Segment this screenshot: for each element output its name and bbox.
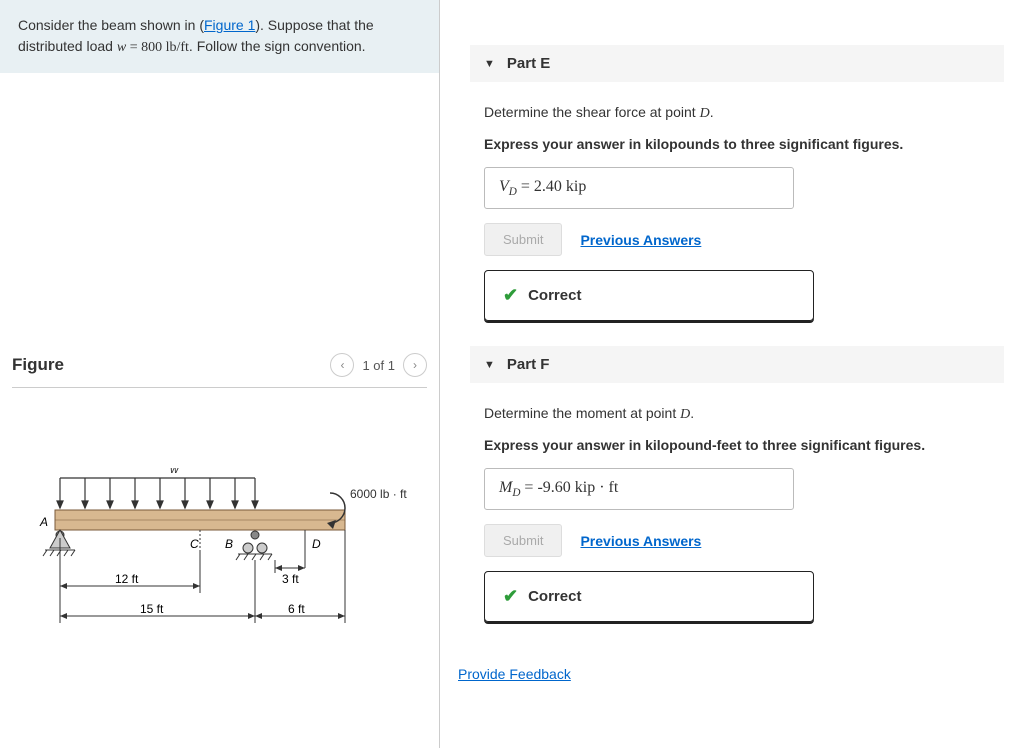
dim-6ft: 6 ft [288,602,305,616]
caret-down-icon: ▼ [484,359,495,371]
check-icon: ✔ [503,586,518,607]
part-e-answer: VD = 2.40 kip [484,167,794,209]
answer-eq: = [517,178,534,195]
answer-variable: M [499,479,512,496]
answer-variable: V [499,178,509,195]
answer-value: -9.60 [537,479,570,496]
caret-down-icon: ▼ [484,58,495,70]
point-c: C [190,537,199,551]
part-f-prompt: Determine the moment at point D. [484,403,990,425]
answer-eq: = [520,479,537,496]
answer-value: 2.40 [534,178,562,195]
part-f-title: Part F [507,356,550,373]
figure-prev-button[interactable]: ‹ [330,353,354,377]
part-f-submit-button[interactable]: Submit [484,524,562,557]
problem-text: Consider the beam shown in ( [18,17,204,33]
check-icon: ✔ [503,285,518,306]
provide-feedback-link[interactable]: Provide Feedback [458,666,571,682]
answer-unit: kip [562,178,586,195]
part-f-previous-answers-link[interactable]: Previous Answers [580,533,701,549]
part-e-header[interactable]: ▼ Part E [470,45,1004,82]
dim-15ft: 15 ft [140,602,164,616]
answer-unit: kip · ft [571,479,619,496]
figure-title: Figure [12,355,64,375]
correct-label: Correct [528,287,581,304]
part-f-answer: MD = -9.60 kip · ft [484,468,794,510]
part-f-instruction: Express your answer in kilopound-feet to… [484,435,990,456]
figure-pager: ‹ 1 of 1 › [330,353,427,377]
problem-text: . Follow the sign convention. [189,38,366,54]
part-e-previous-answers-link[interactable]: Previous Answers [580,232,701,248]
answer-subscript: D [509,186,517,198]
part-e-submit-button[interactable]: Submit [484,223,562,256]
part-e-section: ▼ Part E Determine the shear force at po… [470,45,1004,321]
dim-3ft: 3 ft [282,572,299,586]
figure-diagram: w 6000 lb · ft A B C [0,408,439,701]
point-d: D [312,537,321,551]
moment-label: 6000 lb · ft [350,487,407,501]
divider [12,387,427,388]
part-e-prompt: Determine the shear force at point D. [484,102,990,124]
correct-label: Correct [528,588,581,605]
load-variable: w [117,40,126,55]
part-f-correct-box: ✔ Correct [484,571,814,622]
problem-statement: Consider the beam shown in (Figure 1). S… [0,0,439,73]
figure-pager-text: 1 of 1 [362,358,395,373]
part-f-section: ▼ Part F Determine the moment at point D… [470,346,1004,622]
part-f-header[interactable]: ▼ Part F [470,346,1004,383]
part-e-title: Part E [507,55,550,72]
figure-header: Figure ‹ 1 of 1 › [0,353,439,377]
figure-next-button[interactable]: › [403,353,427,377]
load-value: = 800 lb/ft [126,40,189,55]
point-a: A [39,515,48,529]
part-e-instruction: Express your answer in kilopounds to thr… [484,134,990,155]
dim-12ft: 12 ft [115,572,139,586]
part-e-correct-box: ✔ Correct [484,270,814,321]
load-label: w [170,468,180,476]
point-b: B [225,537,233,551]
figure-link[interactable]: Figure 1 [204,17,255,33]
